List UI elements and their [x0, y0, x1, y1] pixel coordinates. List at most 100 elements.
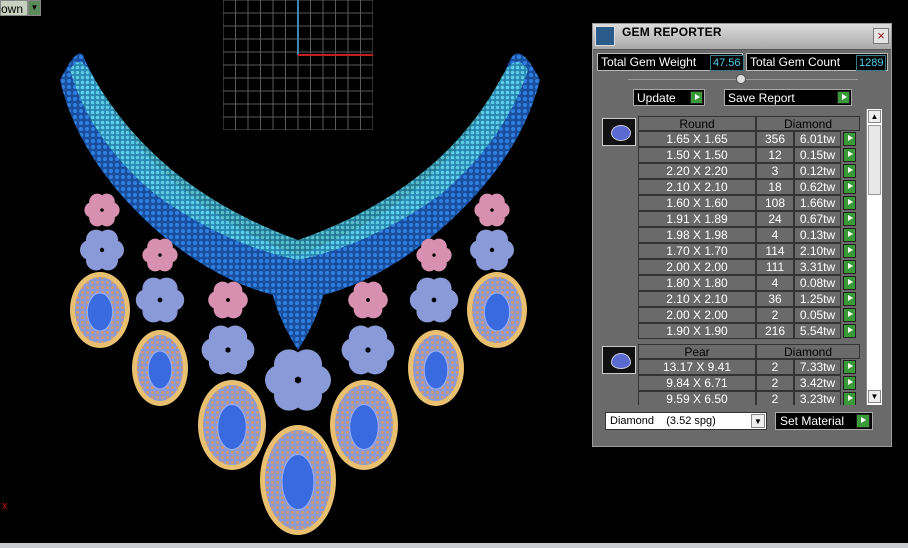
- flower-petal: [98, 229, 118, 250]
- flower-petal: [224, 281, 243, 300]
- scroll-up-icon[interactable]: ▲: [868, 110, 881, 123]
- gem-weight-cell: 0.13tw: [794, 227, 841, 243]
- play-arrow-icon[interactable]: [843, 244, 856, 258]
- gem-size-cell: 1.80 X 1.80: [638, 275, 756, 291]
- chevron-down-icon[interactable]: ▼: [751, 414, 765, 428]
- gem-size-cell: 1.70 X 1.70: [638, 243, 756, 259]
- flower-petal: [155, 277, 178, 300]
- list-scrollbar[interactable]: ▲ ▼: [866, 109, 882, 405]
- necklace-inner-band: [70, 62, 528, 260]
- group-material-header: Diamond: [756, 344, 860, 359]
- gem-size-cell: 1.98 X 1.98: [638, 227, 756, 243]
- gem-table-row[interactable]: 2.10 X 2.10 36 1.25tw: [638, 291, 860, 307]
- play-arrow-icon[interactable]: [843, 292, 856, 306]
- gem-weight-cell: 0.62tw: [794, 179, 841, 195]
- gem-size-cell: 9.84 X 6.71: [638, 375, 756, 391]
- play-arrow-icon[interactable]: [843, 132, 856, 146]
- close-button[interactable]: ×: [873, 28, 889, 44]
- material-select[interactable]: Diamond (3.52 spg) ▼: [605, 412, 767, 430]
- gem-table-row[interactable]: 1.70 X 1.70 114 2.10tw: [638, 243, 860, 259]
- gem-size-cell: 9.59 X 6.50: [638, 391, 756, 405]
- flower-petal: [430, 238, 447, 255]
- pendant-gem: [423, 350, 449, 390]
- pear-gem-icon[interactable]: [602, 346, 636, 374]
- gem-size-cell: 2.10 X 2.10: [638, 179, 756, 195]
- gem-table-row[interactable]: 9.59 X 6.50 2 3.23tw: [638, 391, 860, 405]
- gem-table-row[interactable]: 2.20 X 2.20 3 0.12tw: [638, 163, 860, 179]
- gem-table-row[interactable]: 1.98 X 1.98 4 0.13tw: [638, 227, 860, 243]
- gem-count-cell: 24: [756, 211, 794, 227]
- group-shape-header: Pear: [638, 344, 756, 359]
- gem-table-row[interactable]: 1.91 X 1.89 24 0.67tw: [638, 211, 860, 227]
- total-count-value: 1289: [856, 55, 887, 71]
- pendant-gem: [281, 454, 315, 510]
- gem-count-cell: 114: [756, 243, 794, 259]
- necklace-band: [60, 53, 540, 301]
- gem-size-cell: 2.20 X 2.20: [638, 163, 756, 179]
- gem-weight-cell: 6.01tw: [794, 131, 841, 147]
- necklace-artwork[interactable]: [0, 0, 560, 548]
- gem-table-row[interactable]: 2.00 X 2.00 2 0.05tw: [638, 307, 860, 323]
- gem-weight-cell: 2.10tw: [794, 243, 841, 259]
- gem-count-cell: 111: [756, 259, 794, 275]
- flower-petal: [223, 325, 248, 350]
- gem-size-cell: 2.00 X 2.00: [638, 259, 756, 275]
- play-arrow-icon[interactable]: [843, 376, 856, 390]
- gem-table-row[interactable]: 2.10 X 2.10 18 0.62tw: [638, 179, 860, 195]
- play-arrow-icon[interactable]: [843, 308, 856, 322]
- play-arrow-icon[interactable]: [843, 180, 856, 194]
- play-arrow-icon[interactable]: [843, 148, 856, 162]
- panel-title-bar[interactable]: GEM REPORTER ×: [593, 24, 891, 50]
- gem-size-cell: 1.50 X 1.50: [638, 147, 756, 163]
- play-arrow-icon[interactable]: [843, 228, 856, 242]
- play-arrow-icon[interactable]: [843, 196, 856, 210]
- pendant-gem: [147, 350, 173, 390]
- play-arrow-icon[interactable]: [843, 164, 856, 178]
- round-gem-icon[interactable]: [602, 118, 636, 146]
- gem-list[interactable]: Round Diamond 1.65 X 1.65 356 6.01tw 1.50 X…: [593, 109, 873, 405]
- gem-table-row[interactable]: 13.17 X 9.41 2 7.33tw: [638, 359, 860, 375]
- play-arrow-icon: [856, 414, 870, 428]
- total-count-label: Total Gem Count: [750, 55, 841, 69]
- play-arrow-icon[interactable]: [843, 260, 856, 274]
- material-select-value: Diamond (3.52 spg): [610, 415, 716, 427]
- group-shape-header: Round: [638, 116, 756, 131]
- gem-count-cell: 216: [756, 323, 794, 339]
- scroll-thumb[interactable]: [868, 125, 881, 195]
- gem-table-row[interactable]: 1.65 X 1.65 356 6.01tw: [638, 131, 860, 147]
- gem-count-cell: 2: [756, 359, 794, 375]
- flower-petal: [429, 277, 452, 300]
- pendant-gem: [349, 404, 379, 450]
- bottom-status-bar: [0, 543, 908, 548]
- gem-count-cell: 2: [756, 375, 794, 391]
- play-arrow-icon[interactable]: [843, 324, 856, 338]
- total-weight-label: Total Gem Weight: [601, 55, 697, 69]
- gem-reporter-icon: [595, 26, 615, 46]
- axis-marker: x: [2, 500, 8, 512]
- play-arrow-icon[interactable]: [843, 392, 856, 405]
- gem-table-row[interactable]: 1.90 X 1.90 216 5.54tw: [638, 323, 860, 339]
- gem-count-cell: 4: [756, 275, 794, 291]
- gem-size-cell: 1.65 X 1.65: [638, 131, 756, 147]
- save-report-button[interactable]: Save Report: [724, 89, 852, 106]
- play-arrow-icon[interactable]: [843, 276, 856, 290]
- gem-table-row[interactable]: 1.50 X 1.50 12 0.15tw: [638, 147, 860, 163]
- flower-petal: [363, 325, 388, 350]
- set-material-button[interactable]: Set Material: [775, 412, 873, 430]
- gem-weight-cell: 0.67tw: [794, 211, 841, 227]
- slider-handle[interactable]: [736, 74, 746, 84]
- gem-table-row[interactable]: 2.00 X 2.00 111 3.31tw: [638, 259, 860, 275]
- gem-count-cell: 18: [756, 179, 794, 195]
- play-arrow-icon[interactable]: [843, 360, 856, 374]
- update-button[interactable]: Update: [633, 89, 705, 106]
- gem-table-row[interactable]: 9.84 X 6.71 2 3.42tw: [638, 375, 860, 391]
- gem-count-cell: 108: [756, 195, 794, 211]
- gem-table-row[interactable]: 1.80 X 1.80 4 0.08tw: [638, 275, 860, 291]
- gem-count-cell: 3: [756, 163, 794, 179]
- save-report-label: Save Report: [728, 91, 795, 105]
- gem-table-row[interactable]: 1.60 X 1.60 108 1.66tw: [638, 195, 860, 211]
- scroll-down-icon[interactable]: ▼: [868, 390, 881, 403]
- gem-count-cell: 2: [756, 307, 794, 323]
- gem-size-cell: 2.00 X 2.00: [638, 307, 756, 323]
- play-arrow-icon[interactable]: [843, 212, 856, 226]
